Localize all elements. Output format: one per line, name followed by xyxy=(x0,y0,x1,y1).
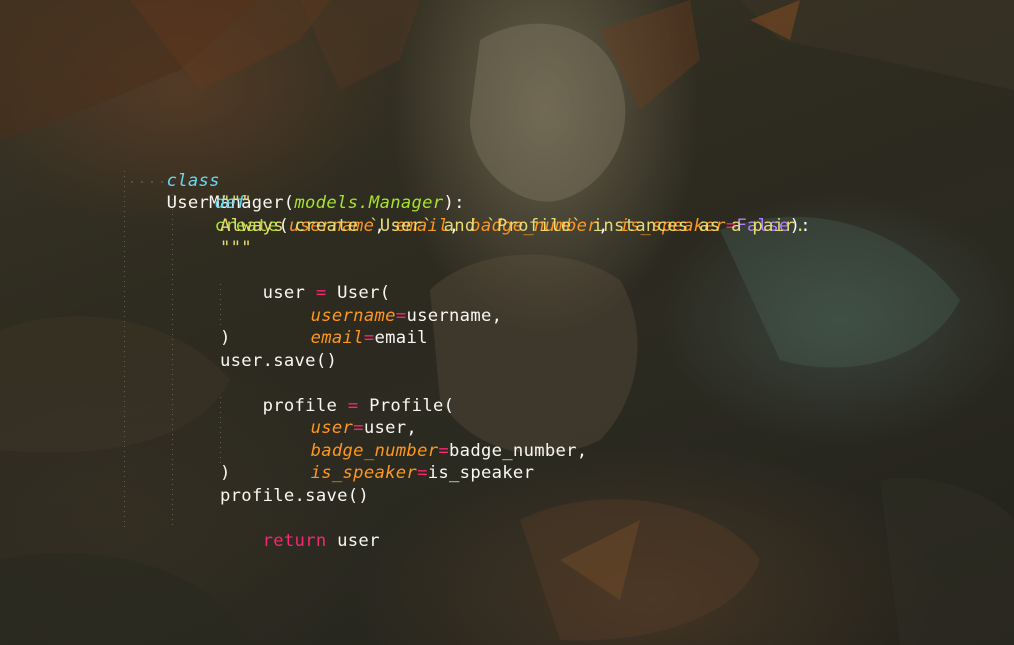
code-line-1: class UserManager(models.Manager): xyxy=(124,147,465,214)
code-line-8: email=email xyxy=(268,305,428,348)
code-line-13: badge_number=badge_number, xyxy=(268,417,588,461)
return-value: user xyxy=(326,530,380,551)
code-line-17: return user xyxy=(220,507,380,551)
base-class: models.Manager xyxy=(294,193,444,213)
return-keyword: return xyxy=(262,530,327,551)
code-line-11: profile = Profile( xyxy=(220,372,454,416)
code-line-12: user=user, xyxy=(268,395,417,438)
close-paren: ) xyxy=(220,328,231,348)
code-line-2: def create(username, email, badge_number… xyxy=(172,170,811,236)
equals-operator: = xyxy=(417,463,428,483)
profile-save-call: profile.save() xyxy=(220,485,370,506)
docstring-text: Always create `User` and `Profile` insta… xyxy=(220,215,806,236)
code-line-7: username=username, xyxy=(268,282,502,326)
kwarg-value: email xyxy=(374,328,428,348)
docstring-open: """ xyxy=(220,193,252,213)
equals-operator: = xyxy=(363,328,375,348)
paren-close: ): xyxy=(443,193,465,213)
close-paren: ) xyxy=(220,463,231,483)
kwarg-email: email xyxy=(310,328,364,348)
user-save-call: user.save() xyxy=(220,350,338,371)
code-editor[interactable]: class UserManager(models.Manager): def c… xyxy=(124,147,984,551)
kwarg-is-speaker: is_speaker xyxy=(310,463,418,483)
kwarg-value: is_speaker xyxy=(427,463,535,483)
code-line-14: is_speaker=is_speaker xyxy=(268,440,534,483)
docstring-close: """ xyxy=(220,238,252,258)
paren-open: ( xyxy=(283,193,295,213)
code-line-6: user = User( xyxy=(220,260,390,303)
